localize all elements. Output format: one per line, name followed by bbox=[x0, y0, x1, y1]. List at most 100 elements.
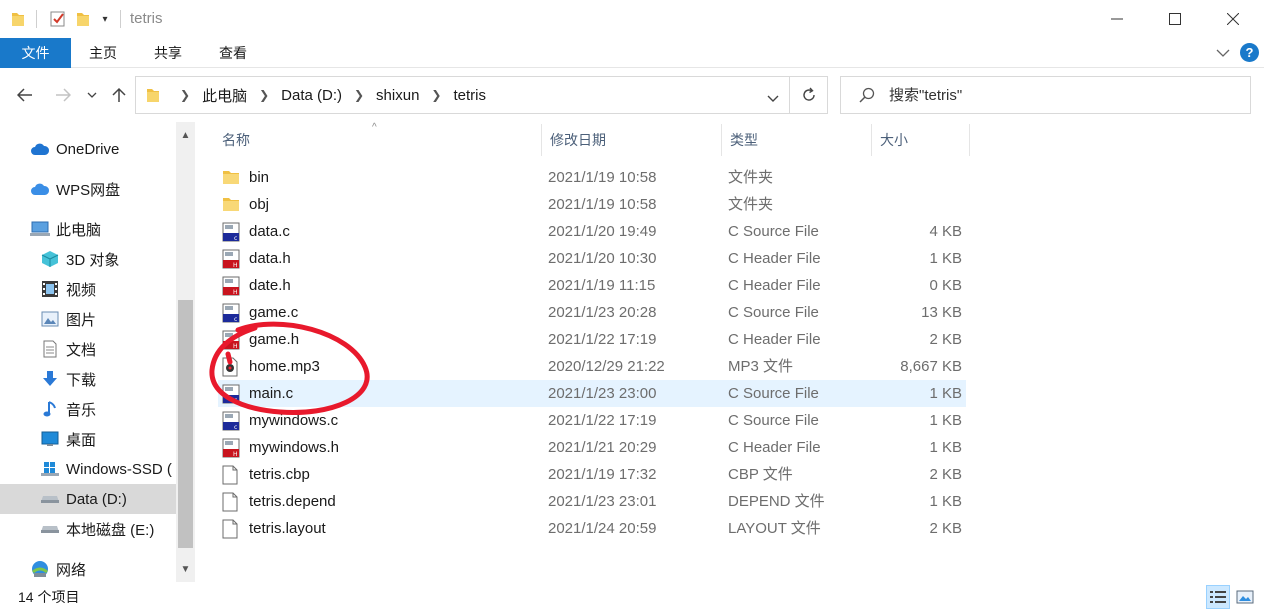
sidebar-item-local-disk-e[interactable]: 本地磁盘 (E:) bbox=[0, 514, 176, 544]
file-name[interactable]: date.h bbox=[249, 272, 291, 299]
back-button[interactable] bbox=[12, 82, 38, 108]
sidebar-item-onedrive[interactable]: OneDrive bbox=[0, 134, 176, 164]
file-name[interactable]: data.h bbox=[249, 245, 291, 272]
annotation-circle bbox=[209, 321, 370, 416]
file-type: LAYOUT 文件 bbox=[728, 520, 821, 537]
tab-file[interactable]: 文件 bbox=[0, 38, 71, 68]
minimize-icon bbox=[1111, 18, 1123, 20]
recent-locations-button[interactable] bbox=[82, 82, 102, 108]
file-size: 1 KB bbox=[929, 250, 962, 267]
search-input[interactable] bbox=[889, 77, 1239, 113]
c-source-icon: c bbox=[222, 222, 240, 242]
file-size: 4 KB bbox=[929, 223, 962, 240]
customize-quick-access-icon[interactable]: ▾ bbox=[98, 9, 112, 29]
sidebar-item-documents[interactable]: 文档 bbox=[0, 334, 176, 364]
column-header-name[interactable]: 名称 bbox=[214, 124, 542, 156]
table-row[interactable]: tetris.cbp 2021/1/19 17:32 CBP 文件 2 KB bbox=[218, 461, 966, 488]
scroll-up-icon[interactable]: ▲ bbox=[176, 126, 195, 144]
table-row[interactable]: Hdata.h 2021/1/20 10:30 C Header File 1 KB bbox=[218, 245, 966, 272]
navigation-pane-scrollbar[interactable]: ▲ ▼ bbox=[176, 122, 195, 582]
column-header-date[interactable]: 修改日期 bbox=[542, 124, 722, 156]
sidebar-item-label: 网络 bbox=[56, 561, 87, 579]
address-history-button[interactable] bbox=[767, 90, 779, 106]
close-button[interactable] bbox=[1204, 0, 1262, 38]
new-folder-icon[interactable] bbox=[74, 9, 92, 29]
table-row[interactable]: bin 2021/1/19 10:58 文件夹 bbox=[218, 164, 966, 191]
table-row[interactable]: Hmywindows.h 2021/1/21 20:29 C Header File… bbox=[218, 434, 966, 461]
forward-button[interactable] bbox=[50, 82, 76, 108]
file-name[interactable]: data.c bbox=[249, 218, 290, 245]
file-type: C Source File bbox=[728, 304, 819, 321]
drive-icon bbox=[40, 519, 60, 539]
help-icon[interactable]: ? bbox=[1240, 43, 1259, 62]
file-name[interactable]: tetris.depend bbox=[249, 488, 336, 515]
breadcrumb-item-this-pc[interactable]: 此电脑 bbox=[202, 85, 247, 106]
file-name[interactable]: tetris.layout bbox=[249, 515, 326, 542]
breadcrumb-item-shixun[interactable]: shixun bbox=[376, 87, 419, 104]
table-row[interactable]: Hdate.h 2021/1/19 11:15 C Header File 0 KB bbox=[218, 272, 966, 299]
file-modified-date: 2021/1/19 17:32 bbox=[548, 466, 657, 483]
file-name[interactable]: obj bbox=[249, 191, 269, 218]
sidebar-item-3d-objects[interactable]: 3D 对象 bbox=[0, 244, 176, 274]
arrow-right-icon bbox=[56, 88, 71, 102]
file-size: 2 KB bbox=[929, 520, 962, 537]
sidebar-item-videos[interactable]: 视频 bbox=[0, 274, 176, 304]
scrollbar-thumb[interactable] bbox=[178, 300, 193, 548]
file-name[interactable]: tetris.cbp bbox=[249, 461, 310, 488]
sidebar-item-downloads[interactable]: 下载 bbox=[0, 364, 176, 394]
navigation-bar: ❯ 此电脑 ❯ Data (D:) ❯ shixun ❯ tetris bbox=[0, 68, 1264, 122]
cloud-icon bbox=[30, 179, 50, 199]
sidebar-item-wps-drive[interactable]: WPS网盘 bbox=[0, 174, 176, 204]
table-row[interactable]: tetris.layout 2021/1/24 20:59 LAYOUT 文件 2 K… bbox=[218, 515, 966, 542]
blank-file-icon bbox=[222, 519, 240, 539]
file-modified-date: 2021/1/20 10:30 bbox=[548, 250, 657, 267]
address-bar[interactable]: ❯ 此电脑 ❯ Data (D:) ❯ shixun ❯ tetris bbox=[135, 76, 790, 114]
file-size: 2 KB bbox=[929, 466, 962, 483]
sidebar-item-this-pc[interactable]: 此电脑 bbox=[0, 214, 176, 244]
properties-icon[interactable] bbox=[48, 9, 68, 29]
table-row[interactable]: obj 2021/1/19 10:58 文件夹 bbox=[218, 191, 966, 218]
search-box[interactable] bbox=[840, 76, 1251, 114]
details-view-button[interactable] bbox=[1206, 585, 1230, 609]
c-header-icon: H bbox=[222, 249, 240, 269]
up-button[interactable] bbox=[106, 82, 132, 108]
tab-home[interactable]: 主页 bbox=[78, 38, 128, 68]
breadcrumb-item-tetris[interactable]: tetris bbox=[453, 87, 486, 104]
column-header-type[interactable]: 类型 bbox=[722, 124, 872, 156]
breadcrumb-item-data-d[interactable]: Data (D:) bbox=[281, 87, 342, 104]
sidebar-item-music[interactable]: 音乐 bbox=[0, 394, 176, 424]
file-size: 13 KB bbox=[921, 304, 962, 321]
breadcrumb: ❯ 此电脑 ❯ Data (D:) ❯ shixun ❯ tetris bbox=[146, 77, 486, 113]
thumbnail-view-button[interactable] bbox=[1233, 585, 1257, 609]
refresh-icon bbox=[802, 87, 815, 101]
sidebar-item-desktop[interactable]: 桌面 bbox=[0, 424, 176, 454]
computer-icon bbox=[30, 219, 50, 239]
file-name[interactable]: bin bbox=[249, 164, 269, 191]
sidebar-item-windows-ssd[interactable]: Windows-SSD ( bbox=[0, 454, 176, 484]
drive-icon bbox=[40, 489, 60, 509]
chevron-right-icon[interactable]: ❯ bbox=[259, 88, 269, 102]
table-row[interactable]: c data.c 2021/1/20 19:49 C Source File 4 KB bbox=[218, 218, 966, 245]
expand-ribbon-button[interactable] bbox=[1214, 44, 1232, 62]
tab-view[interactable]: 查看 bbox=[208, 38, 258, 68]
maximize-button[interactable] bbox=[1146, 0, 1204, 38]
table-row[interactable]: tetris.depend 2021/1/23 23:01 DEPEND 文件 1 K… bbox=[218, 488, 966, 515]
sidebar-item-data-d[interactable]: Data (D:) bbox=[0, 484, 176, 514]
chevron-right-icon[interactable]: ❯ bbox=[180, 88, 190, 102]
scroll-down-icon[interactable]: ▼ bbox=[176, 560, 195, 578]
chevron-right-icon[interactable]: ❯ bbox=[431, 88, 441, 102]
sidebar-item-pictures[interactable]: 图片 bbox=[0, 304, 176, 334]
folder-icon bbox=[222, 195, 240, 215]
sidebar-item-network[interactable]: 网络 bbox=[0, 554, 176, 582]
document-icon bbox=[40, 339, 60, 359]
file-name[interactable]: mywindows.h bbox=[249, 434, 339, 461]
tab-share[interactable]: 共享 bbox=[143, 38, 193, 68]
chevron-down-icon bbox=[767, 95, 779, 102]
file-type: C Header File bbox=[728, 277, 821, 294]
column-header-size[interactable]: 大小 bbox=[872, 124, 970, 156]
chevron-right-icon[interactable]: ❯ bbox=[354, 88, 364, 102]
refresh-button[interactable] bbox=[790, 76, 828, 114]
sidebar-item-label: WPS网盘 bbox=[56, 181, 121, 199]
file-modified-date: 2021/1/22 17:19 bbox=[548, 331, 657, 348]
minimize-button[interactable] bbox=[1088, 0, 1146, 38]
